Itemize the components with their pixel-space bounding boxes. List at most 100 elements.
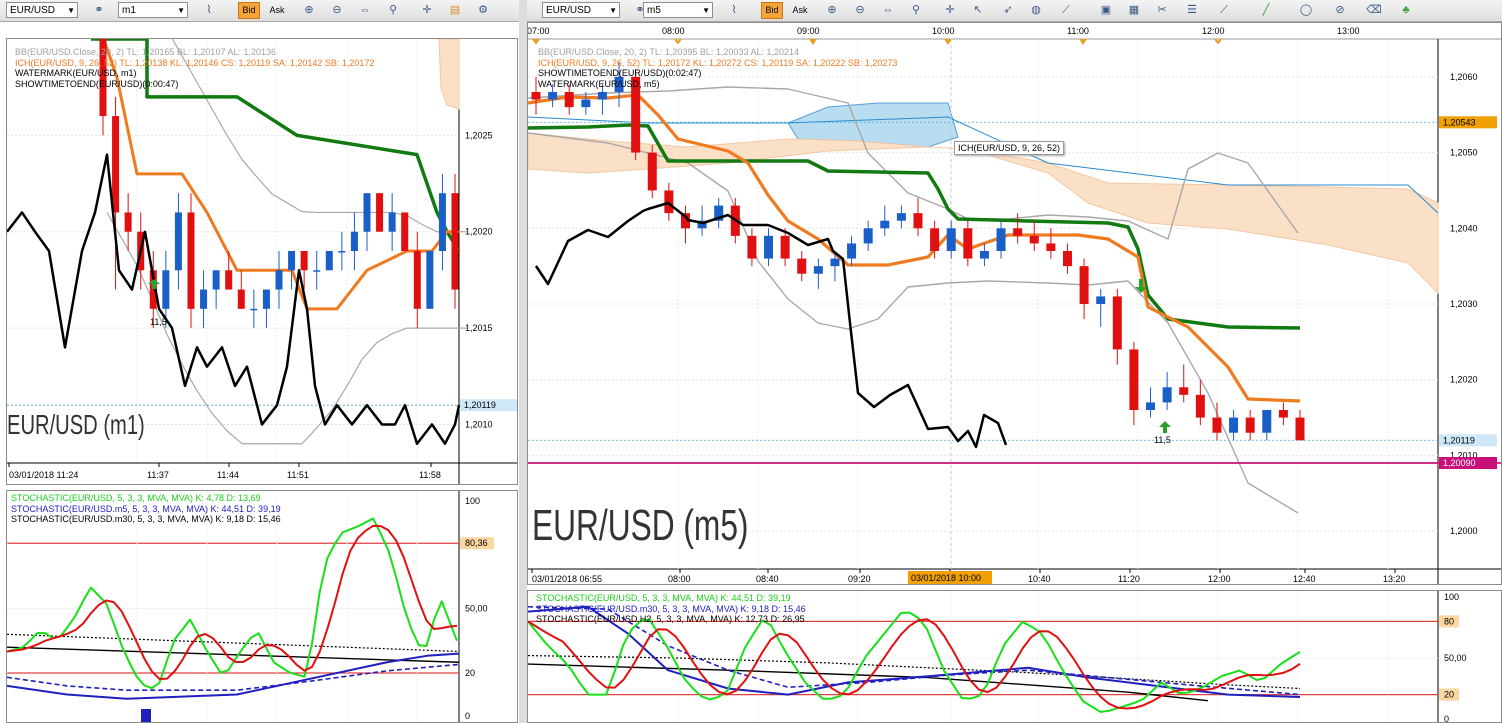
draw-line-icon[interactable]: ╱ xyxy=(1257,2,1275,19)
bid-button[interactable]: Bid xyxy=(761,2,783,19)
symbol-select[interactable]: EUR/USD ▼ xyxy=(542,2,620,18)
bid-button[interactable]: Bid xyxy=(238,2,260,19)
stoch-m5-d-line xyxy=(7,663,460,691)
candle-body xyxy=(1162,387,1172,403)
ask-button[interactable]: Ask xyxy=(266,2,288,19)
zoom-out-icon[interactable]: ⊖ xyxy=(328,2,346,19)
scroll-icon[interactable]: ⇔ xyxy=(356,2,374,19)
hide-icon[interactable]: ⊘ xyxy=(1331,2,1349,19)
time-tick-label: 03/01/2018 11:24 xyxy=(9,470,78,480)
candle-body xyxy=(764,235,774,259)
search-icon[interactable]: ⚲ xyxy=(907,2,925,19)
candle-body xyxy=(313,270,321,272)
candle-body xyxy=(664,190,674,214)
candle-body xyxy=(880,220,890,229)
top-time-label: 09:00 xyxy=(797,26,820,36)
time-tick-label: 11:58 xyxy=(419,470,441,480)
ellipse-icon[interactable]: ◯ xyxy=(1297,2,1315,19)
timeframe-value: m1 xyxy=(122,5,136,16)
indicator-line: STOCHASTIC(EUR/USD, 5, 3, 3, MVA, MVA) K… xyxy=(11,493,261,503)
candle-body xyxy=(847,243,857,259)
up-arrow-icon xyxy=(1159,421,1171,433)
left-price-chart[interactable]: 1,2025 1,2020 1,2015 1,2010 11,5 1,20119 03/01… xyxy=(6,38,518,485)
scroll-icon[interactable]: ⇔ xyxy=(879,2,897,19)
settings-icon[interactable]: ⚙ xyxy=(474,2,492,19)
candle-body xyxy=(1079,266,1089,304)
candle-body xyxy=(1295,417,1305,441)
globe-icon[interactable]: ◍ xyxy=(1027,2,1045,19)
signal-label: 11,5 xyxy=(1154,435,1171,445)
symbol-select[interactable]: EUR/USD ▼ xyxy=(6,2,78,18)
candle-body xyxy=(124,212,132,232)
candle-body xyxy=(237,289,245,309)
pointer-icon[interactable]: ➶ xyxy=(999,2,1017,19)
top-time-label: 07:00 xyxy=(528,26,550,36)
candle-body xyxy=(531,92,541,100)
right-indicator-legend: BB(EUR/USD.Close, 20, 2) TL: 1,20395 BL:… xyxy=(538,47,897,89)
indicator-line: STOCHASTIC(EUR/USD, 5, 3, 3, MVA, MVA) K… xyxy=(536,593,791,603)
top-time-label: 13:00 xyxy=(1337,26,1360,36)
right-oscillator-chart[interactable]: 100 80 50,00 20 0 STOCHASTIC(EUR/USD, 5, 3, … xyxy=(527,590,1502,723)
candle-body xyxy=(225,270,233,290)
indicator-line: ICH(EUR/USD, 9, 26, 52) TL: 1,20138 KL: … xyxy=(15,57,375,68)
search-icon[interactable]: ⚲ xyxy=(384,2,402,19)
indicator-line: STOCHASTIC(EUR/USD.m30, 5, 3, 3, MVA, MV… xyxy=(536,603,806,614)
left-indicator-legend: BB(EUR/USD.Close, 20, 2) TL: 1,20165 BL:… xyxy=(15,47,374,89)
ruler-icon[interactable]: ⟋ xyxy=(1057,2,1075,19)
left-toolbar: EUR/USD ▼ ⚭ m1 ▼ ⌇ Bid Ask ⊕ ⊖ ⇔ ⚲ ✛ ▤ ⚙ xyxy=(0,0,519,22)
timeframe-select[interactable]: m5 ▼ xyxy=(643,2,713,18)
crosshair-icon[interactable]: ✛ xyxy=(941,2,959,19)
crosshair-icon[interactable]: ✛ xyxy=(418,2,436,19)
time-tick-label: 10:40 xyxy=(1028,574,1051,584)
candle-body xyxy=(338,251,346,253)
trendline-icon[interactable]: ⟋ xyxy=(1215,2,1233,19)
table-icon[interactable]: ▦ xyxy=(1125,2,1143,19)
time-tick-label: 13:20 xyxy=(1383,574,1406,584)
price-tick-label: 1,2030 xyxy=(1450,299,1478,309)
chart-type-icon[interactable]: ⌇ xyxy=(725,2,743,19)
right-price-chart[interactable]: 07:00 08:00 09:00 10:00 11:00 12:00 13:00 1,206… xyxy=(527,22,1502,585)
candle-body xyxy=(162,270,170,309)
zoom-out-icon[interactable]: ⊖ xyxy=(851,2,869,19)
price-tick-label: 1,2000 xyxy=(1450,526,1478,536)
price-tick-label: 1,2020 xyxy=(465,227,493,237)
indicator-line: BB(EUR/USD.Close, 20, 2) TL: 1,20395 BL:… xyxy=(538,47,799,57)
candle-body xyxy=(426,251,434,309)
candle-body xyxy=(1146,402,1156,410)
price-tick-label: 1,2020 xyxy=(1450,375,1478,385)
link-icon[interactable]: ⚭ xyxy=(90,2,108,19)
candle-body xyxy=(300,251,308,271)
chevron-down-icon: ▼ xyxy=(609,6,617,15)
time-tick-label: 11:44 xyxy=(217,470,239,480)
stoch-d-line xyxy=(7,524,458,680)
event-marker-icon xyxy=(1079,39,1087,45)
eraser-icon[interactable]: ⌫ xyxy=(1365,2,1383,19)
zoom-in-icon[interactable]: ⊕ xyxy=(823,2,841,19)
candle-body xyxy=(1245,417,1255,433)
candle-body xyxy=(1062,251,1072,267)
chevron-down-icon: ▼ xyxy=(702,6,710,15)
stoch-h2-d-line xyxy=(528,654,1301,690)
template-icon[interactable]: ♣ xyxy=(1397,2,1415,19)
lines-icon[interactable]: ☰ xyxy=(1183,2,1201,19)
timeframe-select[interactable]: m1 ▼ xyxy=(118,2,188,18)
cursor-icon[interactable]: ↖ xyxy=(969,2,987,19)
candle-body xyxy=(451,193,459,290)
image-icon[interactable]: ▣ xyxy=(1097,2,1115,19)
candle-body xyxy=(1046,243,1056,251)
chart-type-icon[interactable]: ⌇ xyxy=(200,2,218,19)
zoom-in-icon[interactable]: ⊕ xyxy=(300,2,318,19)
candle-body xyxy=(376,193,384,232)
candle-body xyxy=(1195,394,1205,418)
candle-body xyxy=(325,251,333,271)
candle-body xyxy=(1212,417,1222,433)
ask-button[interactable]: Ask xyxy=(789,2,811,19)
tools-icon[interactable]: ✂ xyxy=(1153,2,1171,19)
candle-body xyxy=(913,213,923,229)
pane-splitter[interactable] xyxy=(519,0,527,723)
left-oscillator-chart[interactable]: 100 80,36 50,00 20 0 STOCHASTIC(EUR/USD, 5, … xyxy=(6,490,518,723)
candle-body xyxy=(1096,296,1106,304)
candle-body xyxy=(262,289,270,309)
candle-body xyxy=(1262,410,1272,433)
note-icon[interactable]: ▤ xyxy=(446,2,464,19)
